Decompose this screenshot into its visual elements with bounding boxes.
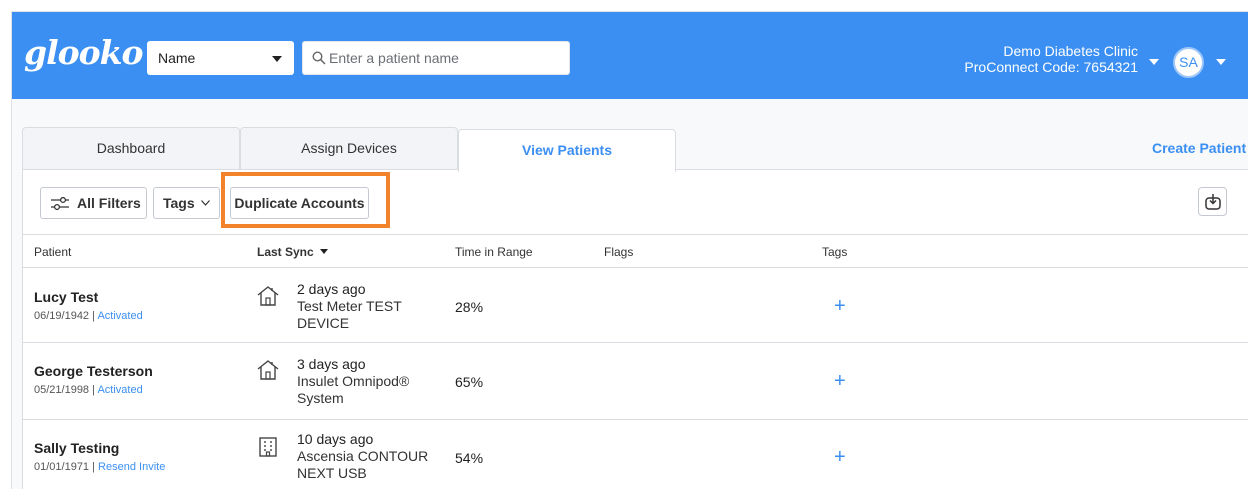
patient-meta: 01/01/1971 | Resend Invite bbox=[34, 461, 166, 473]
patient-name[interactable]: George Testerson bbox=[34, 363, 153, 379]
table-row[interactable]: Sally Testing 01/01/1971 | Resend Invite… bbox=[23, 420, 1248, 489]
download-icon bbox=[1205, 194, 1221, 210]
patient-name[interactable]: Sally Testing bbox=[34, 440, 119, 456]
create-patient-link[interactable]: Create Patient bbox=[1152, 140, 1246, 156]
glooko-logo[interactable]: glooko bbox=[24, 35, 144, 71]
home-icon bbox=[257, 286, 279, 306]
col-tags[interactable]: Tags bbox=[822, 245, 847, 259]
user-menu-caret-icon[interactable] bbox=[1216, 59, 1226, 65]
sync-ago: 3 days ago bbox=[297, 356, 366, 372]
add-tag-button[interactable]: + bbox=[834, 371, 846, 391]
search-icon bbox=[312, 51, 326, 65]
table-header: Patient Last Sync Time in Range Flags Ta… bbox=[23, 234, 1248, 268]
patient-dob: 01/01/1971 bbox=[34, 461, 90, 473]
table-row[interactable]: Lucy Test 06/19/1942 | Activated 2 days … bbox=[23, 269, 1248, 343]
proconnect-code: ProConnect Code: 7654321 bbox=[964, 59, 1138, 75]
table-row[interactable]: George Testerson 05/21/1998 | Activated … bbox=[23, 343, 1248, 420]
add-tag-button[interactable]: + bbox=[834, 447, 846, 467]
sync-device: Insulet Omnipod® System bbox=[297, 373, 410, 406]
all-filters-label: All Filters bbox=[77, 195, 141, 211]
time-in-range: 54% bbox=[455, 450, 484, 466]
patient-status: Activated bbox=[97, 384, 143, 396]
sync-ago: 2 days ago bbox=[297, 281, 366, 297]
filter-sliders-icon bbox=[51, 197, 69, 210]
sort-desc-icon bbox=[319, 249, 328, 254]
tags-label: Tags bbox=[163, 195, 195, 211]
top-bar: glooko Name Demo Diabetes Clinic ProConn… bbox=[12, 12, 1248, 99]
tab-dashboard[interactable]: Dashboard bbox=[22, 127, 240, 169]
home-icon bbox=[257, 360, 279, 380]
tab-view-patients[interactable]: View Patients bbox=[458, 129, 676, 172]
sync-device: Test Meter TEST DEVICE bbox=[297, 298, 402, 331]
patient-status: Resend Invite bbox=[98, 461, 166, 473]
caret-down-icon bbox=[272, 56, 282, 62]
add-tag-button[interactable]: + bbox=[834, 296, 846, 316]
duplicate-accounts-button[interactable]: Duplicate Accounts bbox=[230, 187, 369, 219]
patient-status: Activated bbox=[97, 310, 143, 322]
clinic-caret-down-icon[interactable] bbox=[1149, 59, 1159, 65]
app-frame: glooko Name Demo Diabetes Clinic ProConn… bbox=[11, 11, 1248, 489]
patient-dob: 05/21/1998 bbox=[34, 384, 90, 396]
sync-info: 3 days ago Insulet Omnipod® System bbox=[297, 356, 437, 407]
sync-info: 2 days ago Test Meter TEST DEVICE bbox=[297, 281, 437, 332]
download-button[interactable] bbox=[1198, 187, 1227, 216]
search-type-select[interactable]: Name bbox=[147, 41, 294, 75]
user-avatar[interactable]: SA bbox=[1173, 47, 1204, 78]
col-last-sync-label: Last Sync bbox=[257, 245, 314, 259]
col-last-sync[interactable]: Last Sync bbox=[257, 245, 328, 259]
patient-search-input[interactable] bbox=[329, 48, 564, 68]
all-filters-button[interactable]: All Filters bbox=[40, 187, 147, 219]
sync-device: Ascensia CONTOUR NEXT USB bbox=[297, 448, 429, 481]
tags-dropdown-button[interactable]: Tags bbox=[153, 187, 220, 219]
sync-info: 10 days ago Ascensia CONTOUR NEXT USB bbox=[297, 431, 437, 482]
col-flags[interactable]: Flags bbox=[604, 245, 633, 259]
patients-panel: All Filters Tags Duplicate Accounts Pati… bbox=[22, 169, 1248, 489]
patient-dob: 06/19/1942 bbox=[34, 310, 90, 322]
chevron-down-icon bbox=[201, 200, 210, 206]
patient-meta: 05/21/1998 | Activated bbox=[34, 384, 143, 396]
tab-assign-devices[interactable]: Assign Devices bbox=[240, 127, 458, 169]
col-time-in-range[interactable]: Time in Range bbox=[455, 245, 533, 259]
sync-ago: 10 days ago bbox=[297, 431, 374, 447]
clinic-selector[interactable]: Demo Diabetes Clinic ProConnect Code: 76… bbox=[964, 43, 1138, 75]
time-in-range: 65% bbox=[455, 374, 484, 390]
patient-meta: 06/19/1942 | Activated bbox=[34, 310, 143, 322]
patient-name[interactable]: Lucy Test bbox=[34, 289, 98, 305]
patient-search-box[interactable] bbox=[302, 41, 570, 75]
clinic-name: Demo Diabetes Clinic bbox=[1003, 43, 1138, 59]
time-in-range: 28% bbox=[455, 299, 484, 315]
search-type-value: Name bbox=[158, 50, 196, 66]
col-patient[interactable]: Patient bbox=[34, 245, 71, 259]
clinic-building-icon bbox=[259, 437, 277, 457]
